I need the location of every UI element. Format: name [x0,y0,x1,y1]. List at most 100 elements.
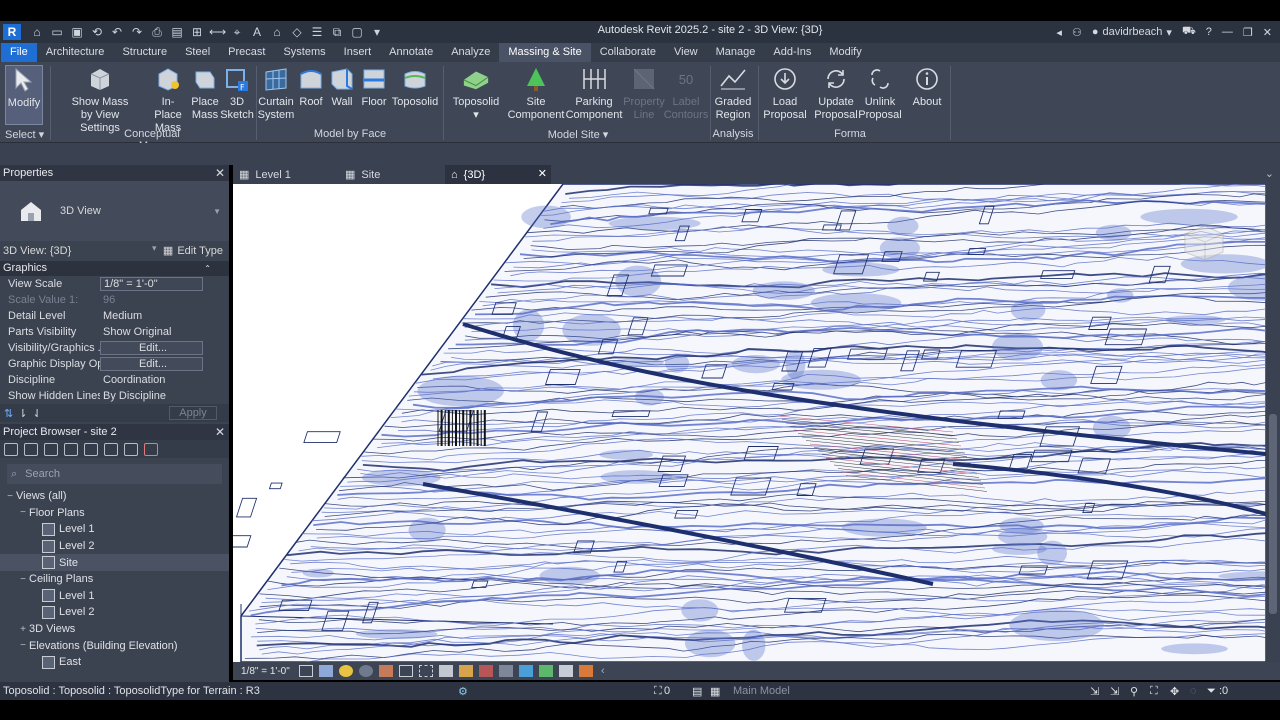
detail-level-icon[interactable] [299,665,313,677]
visual-style-icon[interactable] [319,665,333,677]
tag-icon[interactable]: ⌖ [229,24,245,40]
tab-manage[interactable]: Manage [707,43,765,62]
revit-app-icon[interactable]: R [3,24,21,40]
search-input[interactable]: ⌕ Search [7,464,222,484]
sync-icon[interactable]: ⟲ [89,24,105,40]
tab-steel[interactable]: Steel [176,43,219,62]
lock-view-icon[interactable] [439,665,453,677]
tab-massing-site[interactable]: Massing & Site [499,43,591,62]
browser-schedule-icon[interactable] [64,442,78,456]
tab-modify[interactable]: Modify [820,43,870,62]
roof-by-face-button[interactable]: Roof [296,65,326,109]
tree-item[interactable]: − Elevations (Building Elevation) [0,637,229,654]
customize-qat-icon[interactable]: ▾ [369,24,385,40]
tab-collaborate[interactable]: Collaborate [591,43,665,62]
tab-structure[interactable]: Structure [113,43,176,62]
temporary-hide-icon[interactable] [459,665,473,677]
collapse-icon[interactable]: − [4,491,16,502]
building-mass[interactable] [235,497,258,518]
sun-path-icon[interactable] [339,665,353,677]
restore-icon[interactable]: ❐ [1243,26,1253,39]
section-icon[interactable]: ◇ [289,24,305,40]
property-line-button[interactable]: Property Line [622,65,666,122]
property-value[interactable]: Coordination [100,374,229,386]
tree-item[interactable]: − Floor Plans [0,505,229,522]
modify-button[interactable]: Modify [5,65,43,125]
close-icon[interactable]: ✕ [538,167,547,180]
tree-item[interactable]: − Ceiling Plans [0,571,229,588]
label-contours-button[interactable]: 50 Label Contours [664,65,709,122]
place-mass-button[interactable]: Place Mass [189,65,221,122]
crop-region-icon[interactable] [419,665,433,677]
selection-icon[interactable]: ⛶ [654,685,662,698]
type-selector[interactable]: 3D View ▼ [0,181,229,241]
collapse-icon[interactable]: − [17,507,29,518]
property-value[interactable]: Medium [100,310,229,322]
tab-architecture[interactable]: Architecture [37,43,114,62]
wall-by-face-button[interactable]: Wall [328,65,356,109]
browser-link-icon[interactable] [124,442,138,456]
view-scale[interactable]: 1/8" = 1'-0" [233,666,293,677]
expand-icon[interactable]: + [17,624,29,635]
constraints-icon[interactable] [579,665,593,677]
tab-file[interactable]: File [1,43,37,62]
dimension-icon[interactable]: ⟷ [209,24,226,40]
reveal-hidden-icon[interactable] [479,665,493,677]
minimize-icon[interactable]: — [1222,26,1233,38]
worksets-icon[interactable]: ⚙ [458,685,468,698]
close-hidden-icon[interactable]: ⧉ [329,24,345,40]
tree-item[interactable]: Level 1 [0,521,229,538]
tab-systems[interactable]: Systems [274,43,334,62]
highlight-displacement-icon[interactable] [559,665,573,677]
tab-site[interactable]: ▦ Site [339,165,445,184]
active-model[interactable]: Main Model [733,685,790,697]
crop-view-icon[interactable] [399,665,413,677]
tab-menu-icon[interactable]: ⌄ [1265,165,1280,184]
update-proposal-button[interactable]: Update Proposal [814,65,858,122]
help-icon[interactable]: ? [1206,26,1212,38]
edit-type-button[interactable]: ▦ Edit Type [163,244,223,258]
tree-item[interactable]: Level 2 [0,538,229,555]
background-process-icon[interactable]: ◌ [1190,685,1197,697]
browser-family-icon[interactable] [84,442,98,456]
scroll-left-icon[interactable]: ‹ [601,665,605,677]
terrain-model[interactable] [233,184,1266,662]
3d-sketch-button[interactable]: F 3D Sketch [220,65,254,122]
sort-icon[interactable]: ⇅ [4,407,13,420]
select-by-face-icon[interactable]: ⛶ [1150,685,1158,698]
tree-item[interactable]: +3D Views [0,621,229,638]
search-arrow-icon[interactable]: ◂ [1056,26,1062,39]
select-links-icon[interactable]: ⇲ [1090,685,1099,698]
worksharing-icon[interactable] [499,665,513,677]
tree-item[interactable]: − Views (all) [0,488,229,505]
select-pinned-icon[interactable]: ⚲ [1130,685,1138,698]
temporary-properties-icon[interactable] [519,665,533,677]
filter-icon[interactable]: ⏷ [1207,685,1216,698]
thin-lines-icon[interactable]: ☰ [309,24,325,40]
cart-icon[interactable]: ⛟ [1182,25,1196,39]
measure-icon[interactable]: ⊞ [189,24,205,40]
view-selector[interactable]: 3D View: {3D} [3,245,71,257]
print-icon[interactable]: ⎙ [149,24,165,40]
text-icon[interactable]: A [249,24,265,40]
property-value[interactable]: Show Original [100,326,229,338]
model-icon[interactable]: ▤ [692,685,702,698]
tree-item[interactable]: Level 1 [0,588,229,605]
property-value[interactable]: 1/8" = 1'-0" [100,277,203,291]
select-underlay-icon[interactable]: ⇲ [1110,685,1119,698]
edit-button[interactable]: Edit... [100,357,203,371]
model-site-dropdown[interactable]: Model Site ▾ [546,128,610,141]
tab-level-1[interactable]: ▦ Level 1 [233,165,339,184]
tree-item[interactable]: Site [0,554,229,571]
load-proposal-button[interactable]: Load Proposal [763,65,807,122]
drag-elements-icon[interactable]: ✥ [1170,685,1179,698]
redo-icon[interactable]: ↷ [129,24,145,40]
pdf-icon[interactable]: ▤ [169,24,185,40]
sort-tree-icon[interactable]: ⇃ [32,407,41,420]
browser-sheet-icon[interactable] [44,442,58,456]
show-mass-button[interactable]: Show Mass by View Settings [62,65,138,135]
3d-viewport[interactable] [233,184,1266,662]
analytical-model-icon[interactable] [539,665,553,677]
vertical-scrollbar[interactable] [1266,184,1280,662]
edit-button[interactable]: Edit... [100,341,203,355]
